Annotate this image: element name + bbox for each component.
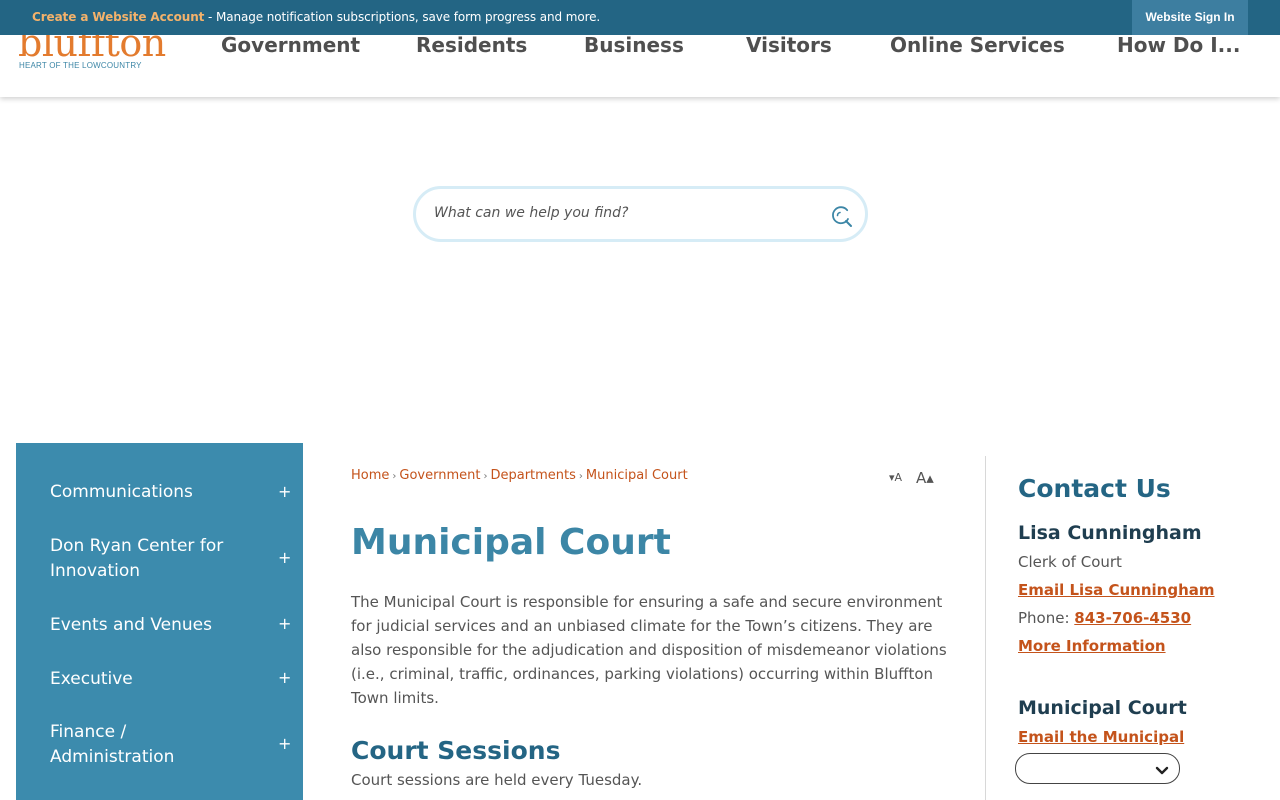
nav-how-do-i[interactable]: How Do I... — [1117, 35, 1240, 55]
create-account-link[interactable]: Create a Website Account — [32, 10, 204, 24]
contact-us-heading: Contact Us — [1018, 474, 1171, 503]
search-input[interactable] — [434, 205, 814, 221]
more-information-link[interactable]: More Information — [1018, 637, 1166, 655]
font-size-tools: ▾A A▴ — [889, 469, 941, 488]
sidebar-nav: Communications + Don Ryan Center for Inn… — [16, 443, 303, 800]
nav-online-services[interactable]: Online Services — [890, 35, 1065, 55]
court-sessions-heading: Court Sessions — [351, 736, 561, 765]
increase-font-button[interactable]: A▴ — [916, 469, 934, 487]
breadcrumb-separator: › — [392, 471, 397, 482]
expand-events-venues-icon[interactable]: + — [278, 614, 291, 633]
intro-paragraph: The Municipal Court is responsible for e… — [351, 593, 947, 707]
sidebar-item-executive[interactable]: Executive — [50, 667, 270, 692]
site-search — [413, 186, 868, 242]
contact-role: Clerk of Court — [1018, 553, 1122, 571]
chevron-down-icon — [1155, 762, 1169, 775]
contact-select-dropdown[interactable] — [1015, 753, 1180, 784]
breadcrumb-government[interactable]: Government — [399, 468, 480, 483]
sidebar-item-events-venues[interactable]: Events and Venues — [50, 613, 270, 638]
search-icon[interactable] — [829, 204, 853, 228]
sidebar-item-don-ryan-center[interactable]: Don Ryan Center for Innovation — [50, 534, 270, 584]
bluffton-logo[interactable]: bluffton HEART OF THE LOWCOUNTRY — [18, 35, 168, 97]
municipal-court-contact-heading: Municipal Court — [1018, 697, 1187, 719]
expand-executive-icon[interactable]: + — [278, 668, 291, 687]
top-notification-bar: Create a Website Account - Manage notifi… — [0, 0, 1280, 35]
website-sign-in-button[interactable]: Website Sign In — [1132, 0, 1248, 35]
phone-link[interactable]: 843-706-4530 — [1074, 609, 1191, 627]
column-divider — [985, 456, 986, 800]
sidebar-item-finance-administration[interactable]: Finance / Administration — [50, 720, 210, 770]
breadcrumb-municipal-court[interactable]: Municipal Court — [586, 468, 688, 483]
breadcrumb-departments[interactable]: Departments — [490, 468, 575, 483]
site-header: bluffton HEART OF THE LOWCOUNTRY Governm… — [0, 35, 1280, 97]
page-title: Municipal Court — [351, 522, 671, 563]
account-message: Create a Website Account - Manage notifi… — [32, 10, 600, 24]
account-message-text: - Manage notification subscriptions, sav… — [204, 10, 601, 24]
court-sessions-text: Court sessions are held every Tuesday. — [351, 771, 643, 789]
sidebar-item-communications[interactable]: Communications — [50, 480, 270, 505]
logo-tagline: HEART OF THE LOWCOUNTRY — [19, 61, 142, 70]
contact-name: Lisa Cunningham — [1018, 522, 1202, 544]
nav-business[interactable]: Business — [584, 35, 684, 55]
email-municipal-court-link[interactable]: Email the Municipal — [1018, 728, 1184, 746]
email-contact-link[interactable]: Email Lisa Cunningham — [1018, 581, 1215, 599]
breadcrumb-separator: › — [578, 471, 583, 482]
breadcrumb: Home › Government › Departments › Municipal Co… — [351, 468, 688, 483]
breadcrumb-home[interactable]: Home — [351, 468, 389, 483]
expand-finance-administration-icon[interactable]: + — [278, 734, 291, 753]
breadcrumb-separator: › — [483, 471, 488, 482]
expand-communications-icon[interactable]: + — [278, 482, 291, 501]
nav-government[interactable]: Government — [221, 35, 360, 55]
expand-don-ryan-center-icon[interactable]: + — [278, 548, 291, 567]
contact-phone: Phone: 843-706-4530 — [1018, 609, 1191, 627]
nav-residents[interactable]: Residents — [416, 35, 527, 55]
nav-visitors[interactable]: Visitors — [746, 35, 832, 55]
decrease-font-button[interactable]: ▾A — [889, 471, 902, 484]
phone-label: Phone: — [1018, 609, 1075, 627]
